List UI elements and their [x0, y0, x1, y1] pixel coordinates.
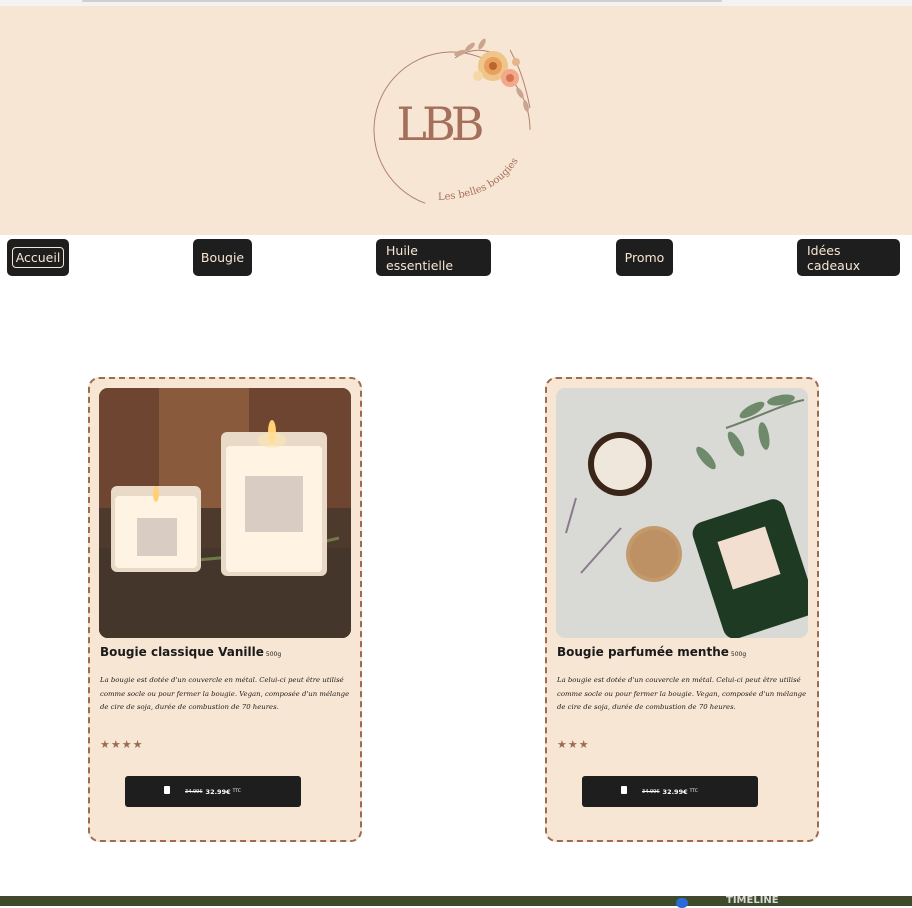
star-rating: ★★★ [557, 738, 590, 751]
nav-promo-label: Promo [624, 250, 665, 265]
product-title-text: Bougie parfumée menthe [557, 645, 729, 659]
product-title[interactable]: Bougie parfumée menthe 500g [557, 645, 746, 659]
logo-monogram: LBB [396, 97, 481, 151]
nav-huile-label: Huile essentielle [386, 242, 454, 273]
nav-idees-label: Idées cadeaux [807, 242, 861, 273]
nav-bougie-label: Bougie [200, 250, 245, 265]
nav-bougie[interactable]: Bougie [193, 239, 252, 276]
nav-idees-cadeaux[interactable]: Idées cadeaux [797, 239, 900, 276]
brand-logo[interactable]: LBB Les belles bougies [360, 28, 550, 218]
nav-accueil[interactable]: Accueil [7, 239, 69, 276]
product-image-mint[interactable] [556, 388, 808, 638]
product-image-vanilla[interactable] [99, 388, 351, 638]
nav-huile-essentielle[interactable]: Huile essentielle [376, 239, 491, 276]
cart-icon [621, 786, 627, 794]
add-to-cart-button[interactable]: 34.99€ 32.99€ TTC [582, 776, 758, 807]
product-card: Bougie classique Vanille 500g La bougie e… [88, 377, 362, 842]
price-current: 32.99€ [662, 787, 688, 796]
product-title[interactable]: Bougie classique Vanille 500g [100, 645, 281, 659]
star-rating: ★★★★ [100, 738, 144, 751]
nav-accueil-label: Accueil [11, 247, 65, 268]
price-old: 34.99€ [185, 788, 203, 795]
site-header: LBB Les belles bougies [0, 6, 912, 235]
timeline-label: TIMELINE [726, 895, 779, 906]
price-current: 32.99€ [205, 787, 231, 796]
product-weight: 500g [730, 651, 747, 658]
cart-icon [164, 786, 170, 794]
product-description: La bougie est dotée d'un couvercle en mé… [557, 676, 807, 711]
product-card: Bougie parfumée menthe 500g La bougie est… [545, 377, 819, 842]
price-tax: TTC [232, 789, 241, 794]
app-icon [676, 898, 688, 908]
price-old: 34.99€ [642, 788, 660, 795]
add-to-cart-button[interactable]: 34.99€ 32.99€ TTC [125, 776, 301, 807]
product-weight: 500g [265, 651, 282, 658]
nav-promo[interactable]: Promo [616, 239, 673, 276]
product-description: La bougie est dotée d'un couvercle en mé… [100, 676, 350, 711]
main-navigation: Accueil Bougie Huile essentielle Promo I… [0, 235, 912, 280]
scroll-indicator [82, 0, 722, 2]
product-title-text: Bougie classique Vanille [100, 645, 264, 659]
logo-tagline: Les belles bougies [438, 156, 521, 203]
price-tax: TTC [689, 789, 698, 794]
